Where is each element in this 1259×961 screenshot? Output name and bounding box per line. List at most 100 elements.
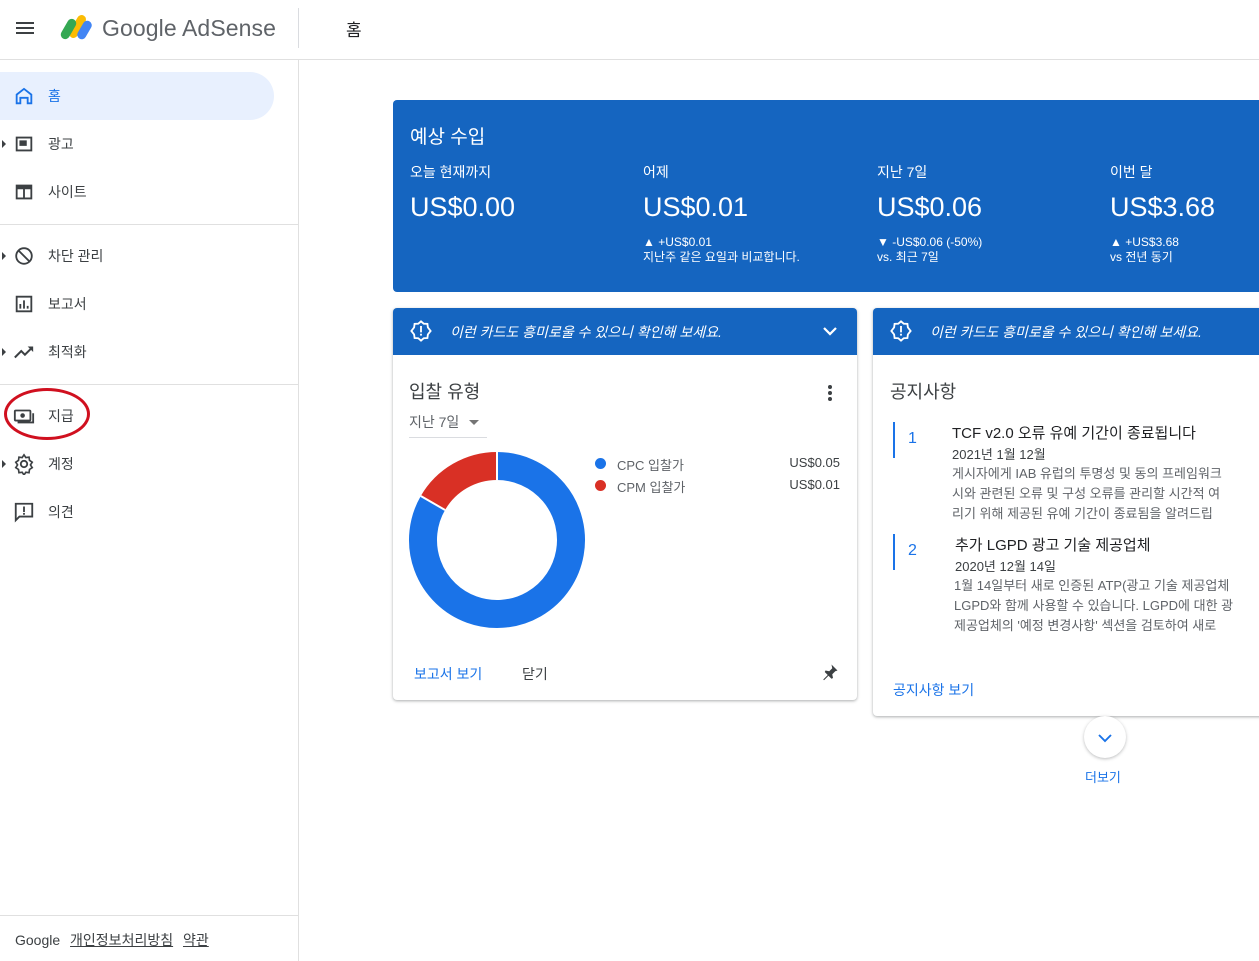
footer-brand: Google bbox=[15, 932, 61, 948]
legend-label: CPM 입찰가 bbox=[617, 480, 686, 495]
legend-dot bbox=[595, 458, 606, 469]
expand-caret-icon bbox=[2, 460, 6, 468]
sidebar-item-label: 계정 bbox=[48, 456, 74, 472]
notice-body: 1월 14일부터 새로 인증된 ATP(광고 기술 제공업체 LGPD와 함께 … bbox=[954, 576, 1233, 636]
header-divider bbox=[298, 8, 299, 48]
earnings-today: 오늘 현재까지 US$0.00 bbox=[410, 162, 630, 223]
bid-type-donut-chart bbox=[409, 452, 585, 628]
earnings-note: 지난주 같은 요일과 비교합니다. bbox=[643, 250, 800, 264]
earnings-delta: ▼ -US$0.06 (-50%) bbox=[877, 235, 983, 249]
period-dropdown[interactable]: 지난 7일 bbox=[409, 412, 487, 438]
notice-number: 1 bbox=[908, 430, 917, 447]
gear-icon bbox=[14, 453, 34, 475]
more-label[interactable]: 더보기 bbox=[1085, 767, 1121, 786]
donut-slice-cpm bbox=[420, 452, 498, 511]
sites-icon bbox=[15, 184, 33, 200]
notice-line: 제공업체의 '예정 변경사항' 섹션을 검토하여 새로 bbox=[954, 618, 1217, 633]
sidebar-item-label: 사이트 bbox=[48, 184, 87, 200]
sidebar-item-ads[interactable]: 광고 bbox=[0, 120, 274, 168]
earnings-value: US$3.68 bbox=[1110, 192, 1216, 222]
notice-title: 추가 LGPD 광고 기술 제공업체 bbox=[955, 537, 1151, 554]
suggestion-banner: 이런 카드도 흥미로울 수 있으니 확인해 보세요. bbox=[393, 308, 857, 355]
red-circle-annotation bbox=[4, 388, 90, 440]
page-title: 홈 bbox=[346, 21, 362, 40]
sidebar-item-label: 차단 관리 bbox=[48, 248, 104, 264]
expand-caret-icon bbox=[2, 140, 6, 148]
notice-body: 게시자에게 IAB 유럽의 투명성 및 동의 프레임워크 시와 관련된 오류 및… bbox=[952, 464, 1222, 524]
notice-accent-bar bbox=[893, 534, 895, 570]
earnings-title: 예상 수입 bbox=[410, 127, 486, 148]
earnings-label: 지난 7일 bbox=[877, 164, 928, 180]
earnings-value: US$0.06 bbox=[877, 192, 983, 222]
ads-icon bbox=[15, 136, 33, 152]
earnings-this-month: 이번 달 US$3.68 ▲ +US$3.68 vs 전년 동기 bbox=[1110, 162, 1259, 265]
sidebar-divider bbox=[0, 915, 298, 916]
banner-text: 이런 카드도 흥미로울 수 있으니 확인해 보세요. bbox=[930, 324, 1202, 340]
feedback-icon bbox=[14, 502, 34, 523]
reports-icon bbox=[15, 295, 33, 313]
banner-text: 이런 카드도 흥미로울 수 있으니 확인해 보세요. bbox=[450, 324, 722, 340]
legend-label: CPC 입찰가 bbox=[617, 458, 684, 473]
card-title: 입찰 유형 bbox=[409, 382, 481, 402]
view-notices-link[interactable]: 공지사항 보기 bbox=[893, 680, 974, 700]
notice-date: 2021년 1월 12월 bbox=[952, 447, 1046, 462]
view-report-link[interactable]: 보고서 보기 bbox=[414, 664, 482, 684]
brand-name: Google AdSense bbox=[102, 15, 277, 41]
earnings-yesterday: 어제 US$0.01 ▲ +US$0.01 지난주 같은 요일과 비교합니다. bbox=[643, 162, 863, 265]
earnings-value: US$0.00 bbox=[410, 192, 516, 222]
earnings-label: 이번 달 bbox=[1110, 164, 1153, 180]
sidebar-item-label: 홈 bbox=[48, 88, 61, 104]
sidebar-item-reports[interactable]: 보고서 bbox=[0, 280, 274, 328]
period-value: 지난 7일 bbox=[409, 414, 460, 430]
privacy-link[interactable]: 개인정보처리방침 bbox=[70, 932, 173, 948]
sidebar-item-feedback[interactable]: 의견 bbox=[0, 488, 274, 536]
suggestion-banner: 이런 카드도 흥미로울 수 있으니 확인해 보세요. bbox=[873, 308, 1259, 355]
sidebar-item-home[interactable]: 홈 bbox=[0, 72, 274, 120]
alert-icon bbox=[890, 320, 912, 342]
sidebar: 홈 광고 사이트 차단 관리 보고서 최적화 지급 계정 의견 Google 개… bbox=[0, 60, 299, 961]
expand-caret-icon bbox=[2, 252, 6, 260]
close-button[interactable]: 닫기 bbox=[522, 664, 548, 684]
adsense-logo bbox=[60, 15, 92, 40]
notice-line: 리기 위해 제공된 유예 기간이 종료됨을 알려드립 bbox=[952, 506, 1213, 521]
sidebar-divider bbox=[0, 384, 298, 385]
alert-icon bbox=[410, 320, 432, 342]
notice-date: 2020년 12월 14일 bbox=[955, 559, 1056, 574]
earnings-last-7-days: 지난 7일 US$0.06 ▼ -US$0.06 (-50%) vs. 최근 7… bbox=[877, 162, 1097, 265]
more-button[interactable] bbox=[1084, 716, 1126, 758]
chevron-down-icon bbox=[1098, 734, 1112, 743]
sidebar-item-sites[interactable]: 사이트 bbox=[0, 168, 274, 216]
block-icon bbox=[15, 247, 33, 265]
sidebar-item-label: 최적화 bbox=[48, 344, 87, 360]
sidebar-item-block-management[interactable]: 차단 관리 bbox=[0, 232, 274, 280]
sidebar-item-label: 보고서 bbox=[48, 296, 87, 312]
pin-icon[interactable] bbox=[821, 663, 839, 681]
earnings-note: vs. 최근 7일 bbox=[877, 250, 939, 264]
more-options-icon[interactable] bbox=[827, 384, 833, 402]
sidebar-item-label: 의견 bbox=[48, 504, 74, 520]
top-app-bar: Google AdSense 홈 bbox=[0, 0, 1259, 60]
earnings-label: 어제 bbox=[643, 164, 669, 180]
estimated-earnings-card: 예상 수입 오늘 현재까지 US$0.00 어제 US$0.01 ▲ +US$0… bbox=[393, 100, 1259, 292]
trending-up-icon bbox=[14, 346, 34, 359]
notice-line: LGPD와 함께 사용할 수 있습니다. LGPD에 대한 광 bbox=[954, 598, 1234, 613]
terms-link[interactable]: 약관 bbox=[183, 932, 209, 948]
menu-icon[interactable] bbox=[14, 19, 36, 41]
dropdown-arrow-icon bbox=[469, 420, 479, 425]
sidebar-divider bbox=[0, 224, 298, 225]
sidebar-item-account[interactable]: 계정 bbox=[0, 440, 274, 488]
sidebar-item-label: 광고 bbox=[48, 136, 74, 152]
home-icon bbox=[15, 87, 33, 105]
notice-accent-bar bbox=[893, 422, 895, 458]
earnings-note: vs 전년 동기 bbox=[1110, 250, 1173, 264]
legend-value: US$0.05 bbox=[789, 455, 840, 470]
chevron-down-icon[interactable] bbox=[821, 322, 839, 340]
card-title: 공지사항 bbox=[890, 382, 957, 402]
bid-type-card: 이런 카드도 흥미로울 수 있으니 확인해 보세요. 입찰 유형 지난 7일 C… bbox=[393, 308, 857, 700]
earnings-value: US$0.01 bbox=[643, 192, 749, 222]
sidebar-item-optimization[interactable]: 최적화 bbox=[0, 328, 274, 376]
earnings-delta: ▲ +US$0.01 bbox=[643, 235, 712, 249]
notice-title: TCF v2.0 오류 유예 기간이 종료됩니다 bbox=[952, 425, 1196, 442]
notice-line: 게시자에게 IAB 유럽의 투명성 및 동의 프레임워크 bbox=[952, 466, 1222, 481]
notice-line: 시와 관련된 오류 및 구성 오류를 관리할 시간적 여 bbox=[952, 486, 1221, 501]
